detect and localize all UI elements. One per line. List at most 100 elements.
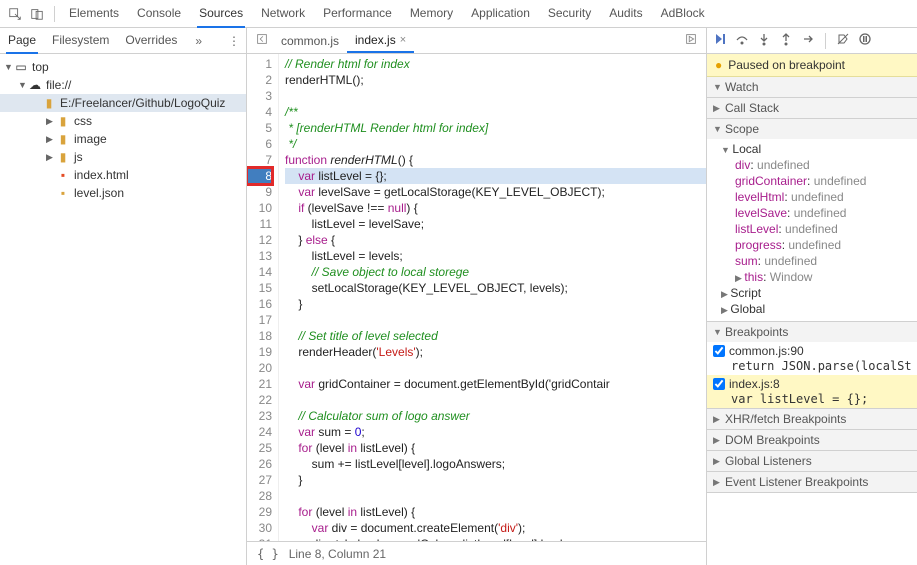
code-line-28[interactable] (285, 488, 706, 504)
scope-var-div[interactable]: div: undefined (721, 157, 917, 173)
watch-section[interactable]: ▼Watch (707, 77, 917, 97)
code-line-26[interactable]: sum += listLevel[level].logoAnswers; (285, 456, 706, 472)
tab-security[interactable]: Security (546, 0, 593, 28)
resume-icon[interactable] (713, 32, 727, 49)
code-line-6[interactable]: */ (285, 136, 706, 152)
code-line-30[interactable]: var div = document.createElement('div'); (285, 520, 706, 536)
code-line-5[interactable]: * [renderHTML Render html for index] (285, 120, 706, 136)
tab-adblock[interactable]: AdBlock (659, 0, 707, 28)
tree-file-level-json[interactable]: ▪level.json (0, 184, 246, 202)
editor-tab-index-js[interactable]: index.js × (347, 29, 414, 53)
editor-tab-common-js[interactable]: common.js (273, 29, 347, 53)
scope-var-progress[interactable]: progress: undefined (721, 237, 917, 253)
xhr-bp-section[interactable]: ▶XHR/fetch Breakpoints (707, 409, 917, 429)
subtab-overrides[interactable]: Overrides (123, 28, 179, 54)
code-line-7[interactable]: function renderHTML() { (285, 152, 706, 168)
debugger-panel: ● Paused on breakpoint ▼Watch ▶Call Stac… (707, 28, 917, 565)
bp-checkbox[interactable] (713, 345, 725, 357)
pause-exceptions-icon[interactable] (858, 32, 872, 49)
code-line-3[interactable] (285, 88, 706, 104)
code-line-18[interactable]: // Set title of level selected (285, 328, 706, 344)
tree-origin[interactable]: ▼☁file:// (0, 76, 246, 94)
editor-tabs: common.jsindex.js × (247, 28, 706, 54)
scope-section[interactable]: ▼Scope (707, 119, 917, 139)
code-line-8[interactable]: var listLevel = {}; (285, 168, 706, 184)
code-line-16[interactable]: } (285, 296, 706, 312)
bp-common-js-90[interactable]: common.js:90return JSON.parse(localStora… (707, 342, 917, 375)
inspect-icon[interactable] (6, 5, 24, 23)
tab-audits[interactable]: Audits (607, 0, 644, 28)
tree-folder-css[interactable]: ▶▮css (0, 112, 246, 130)
dom-bp-section[interactable]: ▶DOM Breakpoints (707, 430, 917, 450)
code-line-1[interactable]: // Render html for index (285, 56, 706, 72)
code-editor[interactable]: 1234567891011121314151617181920212223242… (247, 54, 706, 541)
tab-network[interactable]: Network (259, 0, 307, 28)
tab-elements[interactable]: Elements (67, 0, 121, 28)
scope-var-this[interactable]: ▶ this: Window (721, 269, 917, 285)
step-over-icon[interactable] (735, 32, 749, 49)
scope-var-listLevel[interactable]: listLevel: undefined (721, 221, 917, 237)
code-line-9[interactable]: var levelSave = getLocalStorage(KEY_LEVE… (285, 184, 706, 200)
more-tabs-icon[interactable]: » (195, 34, 202, 48)
tree-top[interactable]: ▼▭top (0, 58, 246, 76)
code-line-19[interactable]: renderHeader('Levels'); (285, 344, 706, 360)
code-line-2[interactable]: renderHTML(); (285, 72, 706, 88)
event-listener-bp-section[interactable]: ▶Event Listener Breakpoints (707, 472, 917, 492)
scope-global[interactable]: ▶ Global (721, 301, 917, 317)
tab-performance[interactable]: Performance (321, 0, 394, 28)
code-line-10[interactable]: if (levelSave !== null) { (285, 200, 706, 216)
nav-back-icon[interactable] (253, 32, 271, 49)
tab-memory[interactable]: Memory (408, 0, 455, 28)
code-line-22[interactable] (285, 392, 706, 408)
tree-folder-image[interactable]: ▶▮image (0, 130, 246, 148)
code-line-21[interactable]: var gridContainer = document.getElementB… (285, 376, 706, 392)
scope-script[interactable]: ▶ Script (721, 285, 917, 301)
global-listeners-section[interactable]: ▶Global Listeners (707, 451, 917, 471)
breakpoints-section[interactable]: ▼Breakpoints (707, 322, 917, 342)
scope-var-levelHtml[interactable]: levelHtml: undefined (721, 189, 917, 205)
deactivate-bp-icon[interactable] (836, 32, 850, 49)
code-line-20[interactable] (285, 360, 706, 376)
subtab-page[interactable]: Page (6, 28, 38, 54)
close-icon[interactable]: × (400, 34, 406, 46)
code-line-24[interactable]: var sum = 0; (285, 424, 706, 440)
code-line-4[interactable]: /** (285, 104, 706, 120)
device-icon[interactable] (28, 5, 46, 23)
warning-icon: ● (715, 58, 722, 72)
code-line-12[interactable]: } else { (285, 232, 706, 248)
navigator-panel: Page Filesystem Overrides » ⋮ ▼▭top▼☁file:… (0, 28, 247, 565)
tree-folder-js[interactable]: ▶▮js (0, 148, 246, 166)
step-out-icon[interactable] (779, 32, 793, 49)
scope-var-levelSave[interactable]: levelSave: undefined (721, 205, 917, 221)
pretty-print-icon[interactable]: { } (257, 547, 279, 561)
tree-path[interactable]: ▮E:/Freelancer/Github/LogoQuiz (0, 94, 246, 112)
editor-status: { } Line 8, Column 21 (247, 541, 706, 565)
step-icon[interactable] (801, 32, 815, 49)
code-line-13[interactable]: listLevel = levels; (285, 248, 706, 264)
code-line-15[interactable]: setLocalStorage(KEY_LEVEL_OBJECT, levels… (285, 280, 706, 296)
editor-panel: common.jsindex.js × 12345678910111213141… (247, 28, 707, 565)
debugger-toolbar (707, 28, 917, 54)
code-line-23[interactable]: // Calculator sum of logo answer (285, 408, 706, 424)
code-line-29[interactable]: for (level in listLevel) { (285, 504, 706, 520)
tree-file-index-html[interactable]: ▪index.html (0, 166, 246, 184)
tab-console[interactable]: Console (135, 0, 183, 28)
callstack-section[interactable]: ▶Call Stack (707, 98, 917, 118)
run-snippet-icon[interactable] (682, 32, 700, 49)
code-line-14[interactable]: // Save object to local storege (285, 264, 706, 280)
scope-local[interactable]: ▼ Local (721, 141, 917, 157)
scope-var-gridContainer[interactable]: gridContainer: undefined (721, 173, 917, 189)
code-line-11[interactable]: listLevel = levelSave; (285, 216, 706, 232)
code-line-27[interactable]: } (285, 472, 706, 488)
tab-application[interactable]: Application (469, 0, 532, 28)
step-into-icon[interactable] (757, 32, 771, 49)
cursor-position: Line 8, Column 21 (289, 547, 386, 561)
subtab-filesystem[interactable]: Filesystem (50, 28, 111, 54)
navigator-menu-icon[interactable]: ⋮ (228, 34, 240, 48)
scope-var-sum[interactable]: sum: undefined (721, 253, 917, 269)
tab-sources[interactable]: Sources (197, 0, 245, 28)
code-line-17[interactable] (285, 312, 706, 328)
code-line-25[interactable]: for (level in listLevel) { (285, 440, 706, 456)
bp-checkbox[interactable] (713, 378, 725, 390)
bp-index-js-8[interactable]: index.js:8var listLevel = {}; (707, 375, 917, 408)
